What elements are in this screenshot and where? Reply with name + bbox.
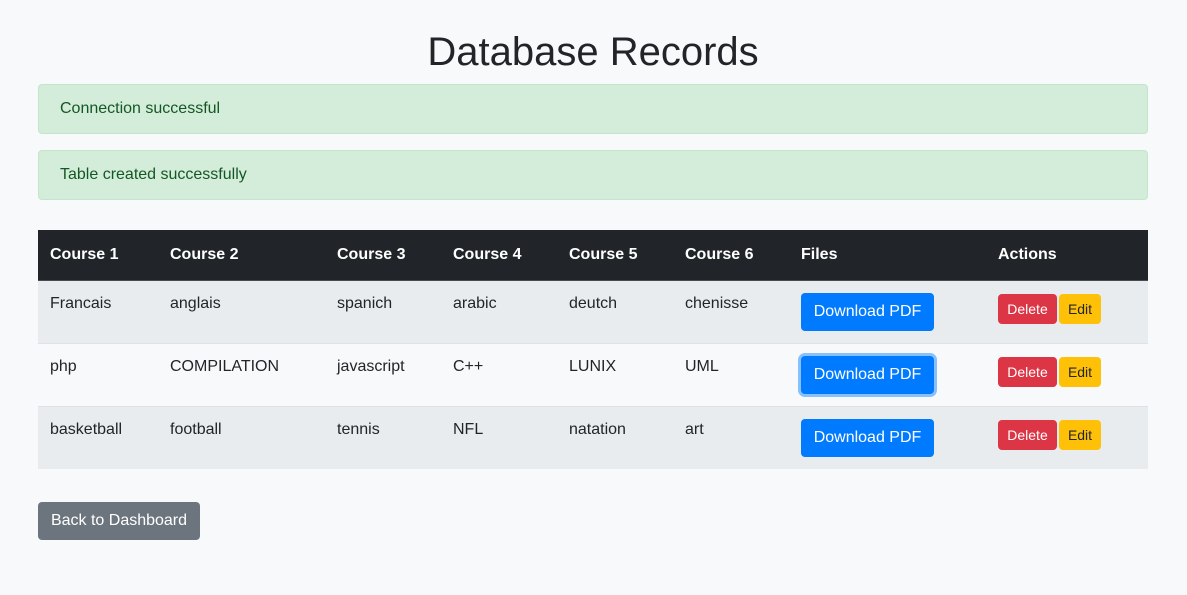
delete-button[interactable]: Delete [998,419,1057,450]
cell-course-2: football [158,405,325,469]
cell-course-5: natation [557,405,673,469]
column-header-course-4: Course 4 [441,230,557,281]
table-header-row: Course 1 Course 2 Course 3 Course 4 Cour… [38,230,1148,281]
cell-course-3: javascript [325,342,441,406]
column-header-course-6: Course 6 [673,230,789,281]
edit-button[interactable]: Edit [1059,356,1101,387]
cell-course-5: LUNIX [557,342,673,406]
cell-course-4: NFL [441,405,557,469]
records-table: Course 1 Course 2 Course 3 Course 4 Cour… [38,230,1148,469]
table-row: Francais anglais spanich arabic deutch c… [38,279,1148,343]
alert-table-created: Table created successfully [38,150,1148,200]
edit-button[interactable]: Edit [1059,293,1101,324]
download-pdf-button[interactable]: Download PDF [801,292,934,331]
column-header-course-5: Course 5 [557,230,673,281]
cell-course-6: UML [673,342,789,406]
table-row: basketball football tennis NFL natation … [38,405,1148,469]
download-pdf-button[interactable]: Download PDF [801,418,934,457]
cell-course-3: tennis [325,405,441,469]
cell-files: Download PDF [789,279,986,343]
back-to-dashboard-button[interactable]: Back to Dashboard [38,502,200,540]
download-pdf-button[interactable]: Download PDF [801,355,934,394]
cell-files: Download PDF [789,405,986,469]
cell-actions: Delete Edit [986,279,1148,343]
cell-course-4: arabic [441,279,557,343]
cell-course-1: php [38,342,158,406]
page-title: Database Records [427,30,759,74]
cell-course-2: anglais [158,279,325,343]
cell-files: Download PDF [789,342,986,406]
cell-course-5: deutch [557,279,673,343]
column-header-course-1: Course 1 [38,230,158,281]
column-header-files: Files [789,230,986,281]
cell-course-6: chenisse [673,279,789,343]
cell-course-1: basketball [38,405,158,469]
cell-course-3: spanich [325,279,441,343]
alert-connection-success: Connection successful [38,84,1148,134]
cell-course-6: art [673,405,789,469]
cell-course-1: Francais [38,279,158,343]
page-container: Database Records Connection successful T… [38,0,1148,540]
column-header-course-3: Course 3 [325,230,441,281]
column-header-actions: Actions [986,230,1148,281]
cell-actions: Delete Edit [986,342,1148,406]
edit-button[interactable]: Edit [1059,419,1101,450]
delete-button[interactable]: Delete [998,293,1057,324]
cell-course-2: COMPILATION [158,342,325,406]
cell-actions: Delete Edit [986,405,1148,469]
delete-button[interactable]: Delete [998,356,1057,387]
column-header-course-2: Course 2 [158,230,325,281]
table-row: php COMPILATION javascript C++ LUNIX UML… [38,342,1148,406]
cell-course-4: C++ [441,342,557,406]
